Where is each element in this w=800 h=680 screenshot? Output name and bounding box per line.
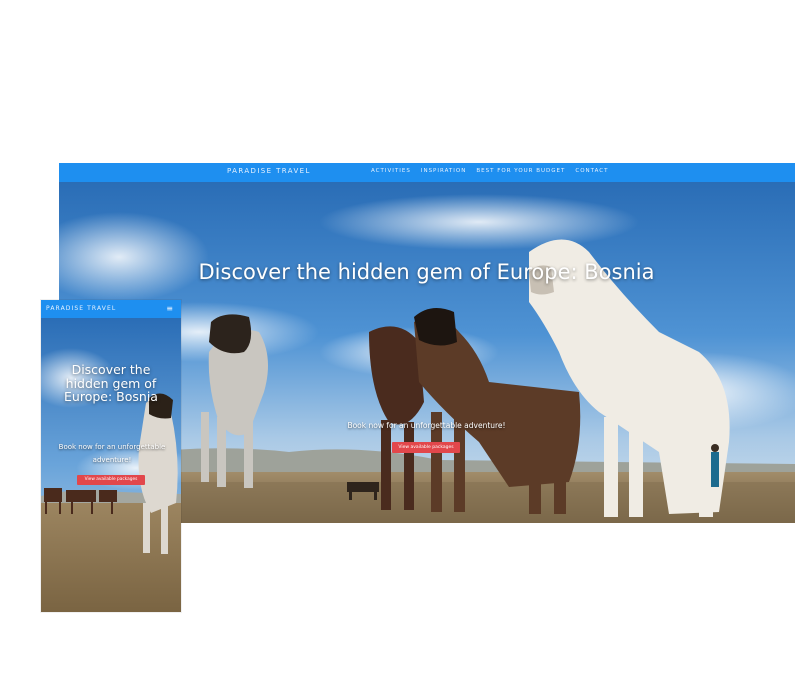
desktop-hero-title: Discover the hidden gem of Europe: Bosni… — [198, 260, 655, 284]
desktop-view-packages-button[interactable]: View available packages — [392, 442, 460, 453]
mobile-view-packages-button[interactable]: View available packages — [77, 475, 145, 485]
nav-item-budget[interactable]: BEST FOR YOUR BUDGET — [476, 168, 565, 174]
mobile-hero-title: Discover the hidden gem of Europe: Bosni… — [64, 362, 158, 404]
mobile-brand-logo[interactable]: PARADISE TRAVEL — [46, 305, 116, 312]
nav-item-inspiration[interactable]: INSPIRATION — [421, 168, 467, 174]
mobile-preview: PARADISE TRAVEL ≡ Discover the hidden ge… — [41, 300, 181, 612]
desktop-navbar: PARADISE TRAVEL ACTIVITIES INSPIRATION B… — [59, 163, 795, 182]
nav-item-activities[interactable]: ACTIVITIES — [371, 168, 411, 174]
mobile-hero-subtitle: Book now for an unforgettable adventure! — [58, 443, 166, 464]
mobile-navbar: PARADISE TRAVEL ≡ — [41, 300, 181, 318]
desktop-brand-logo[interactable]: PARADISE TRAVEL — [227, 167, 311, 175]
hamburger-menu-icon[interactable]: ≡ — [166, 304, 173, 313]
mobile-hero: Discover the hidden gem of Europe: Bosni… — [41, 318, 181, 612]
nav-item-contact[interactable]: CONTACT — [575, 168, 608, 174]
desktop-hero-subtitle: Book now for an unforgettable adventure! — [347, 421, 506, 430]
desktop-nav-menu: ACTIVITIES INSPIRATION BEST FOR YOUR BUD… — [371, 168, 608, 174]
